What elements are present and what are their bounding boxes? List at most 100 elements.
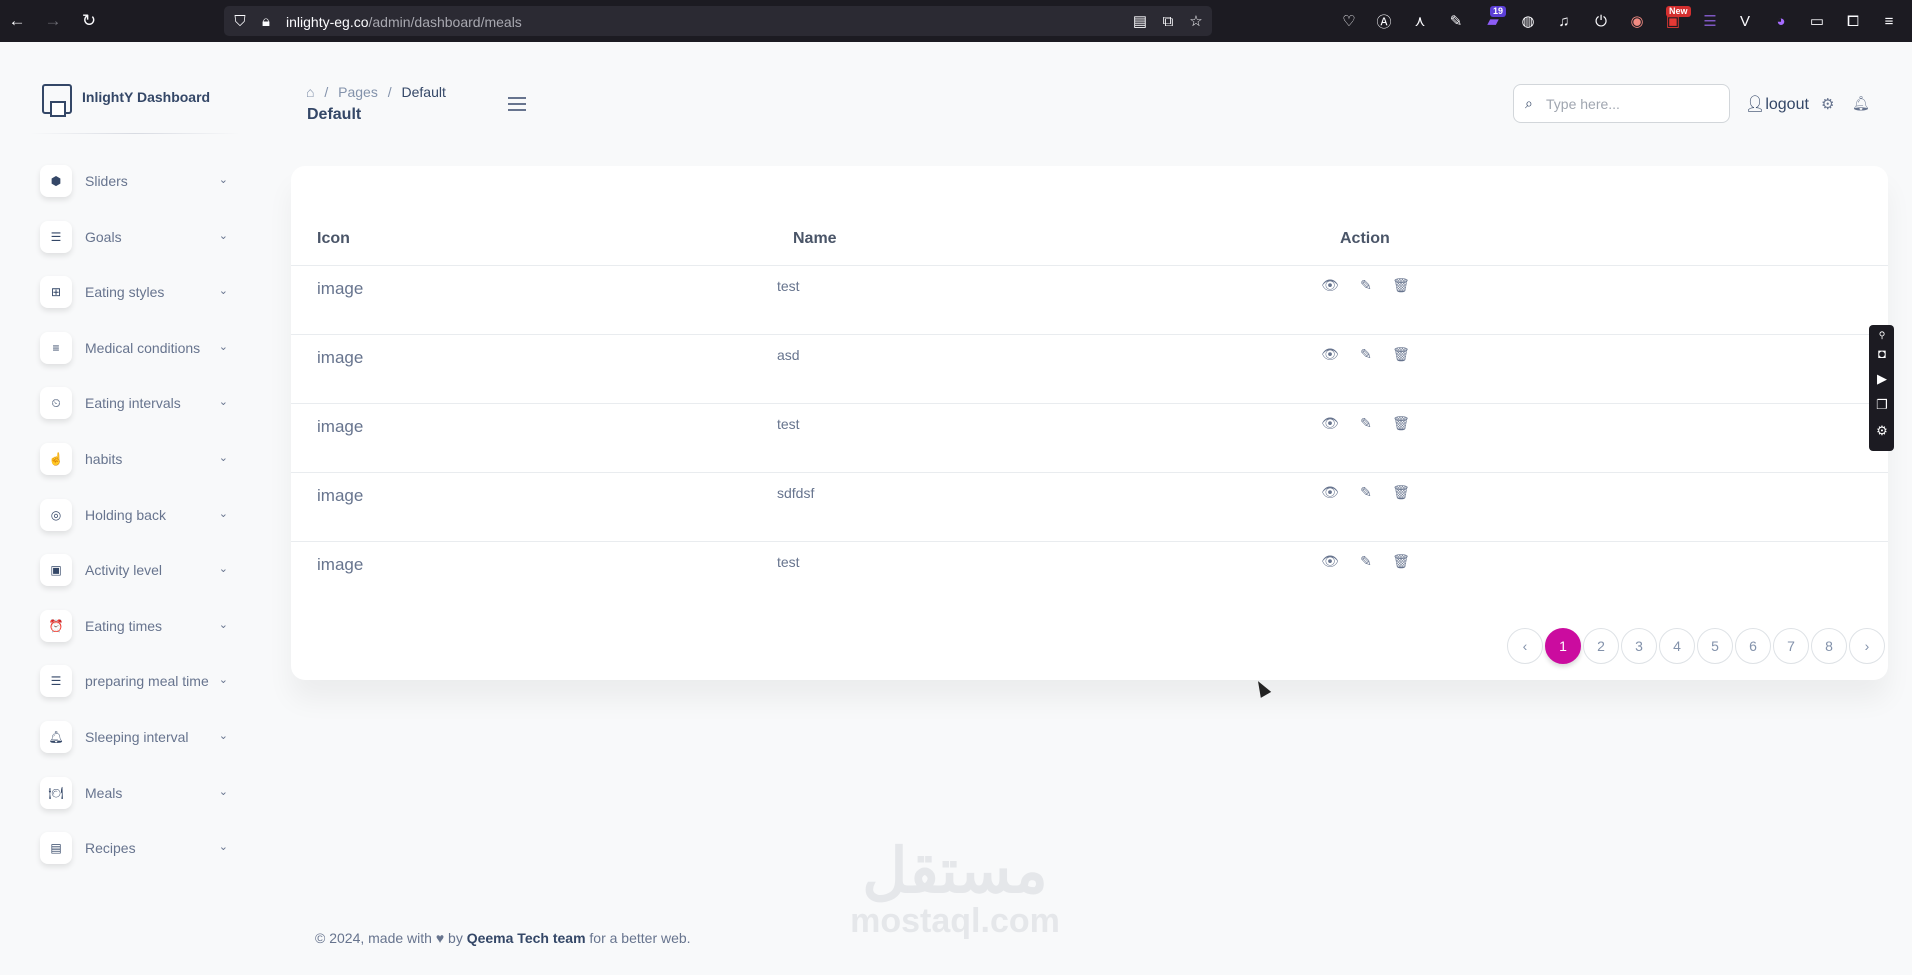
video-camera-icon[interactable]: ▶ <box>1874 371 1890 387</box>
row-icon-cell: image <box>317 348 364 367</box>
edit-user-icon[interactable]: ✎ <box>1357 346 1375 363</box>
pagination-page-6[interactable]: 6 <box>1735 628 1771 664</box>
extension-a-icon[interactable]: Ⓐ <box>1374 11 1394 31</box>
edit-user-icon[interactable]: ✎ <box>1357 553 1375 570</box>
sidebar-item-preparing-meal-time[interactable]: ☰ preparing meal time ⌄ <box>40 664 232 698</box>
home-icon[interactable]: ⌂ <box>306 84 314 100</box>
camera-icon[interactable]: ◘ <box>1874 345 1890 361</box>
sidebar-item-label: Eating times <box>85 617 163 634</box>
hamburger-menu-icon[interactable] <box>508 97 526 111</box>
sidebar-item-sliders[interactable]: ⬢ Sliders ⌄ <box>40 164 232 198</box>
sidebar-item-medical-conditions[interactable]: ≡ Medical conditions ⌄ <box>40 331 232 365</box>
translate-icon[interactable]: ⧉ <box>1158 11 1178 31</box>
table-row: image test 👁︎ ✎ 🗑︎ <box>291 403 1888 472</box>
shield-icon[interactable]: ⛉ <box>230 11 250 31</box>
delete-trash-icon[interactable]: 🗑︎ <box>1392 484 1410 501</box>
url-bar[interactable]: ⛉ 🔒︎ inlighty-eg.co/admin/dashboard/meal… <box>224 6 1212 36</box>
edit-user-icon[interactable]: ✎ <box>1357 277 1375 294</box>
extension-card-icon[interactable]: ▭ <box>1807 11 1827 31</box>
bookmark-star-icon[interactable]: ☆ <box>1186 11 1206 31</box>
sidebar-item-sleeping-interval[interactable]: 🔔︎ Sleeping interval ⌄ <box>40 720 232 754</box>
view-eye-icon[interactable]: 👁︎ <box>1321 346 1339 363</box>
extension-bird-icon[interactable]: ⋏ <box>1410 11 1430 31</box>
pagination-prev[interactable]: ‹ <box>1507 628 1543 664</box>
chevron-down-icon: ⌄ <box>218 229 228 242</box>
reload-icon[interactable]: ↻ <box>79 11 99 31</box>
table-row: image test 👁︎ ✎ 🗑︎ <box>291 541 1888 610</box>
pagination-page-3[interactable]: 3 <box>1621 628 1657 664</box>
table-row: image asd 👁︎ ✎ 🗑︎ <box>291 334 1888 403</box>
extension-v-icon[interactable]: V <box>1735 11 1755 31</box>
brand[interactable]: InlightY Dashboard <box>42 84 210 117</box>
chevron-down-icon: ⌄ <box>218 507 228 520</box>
chevron-down-icon: ⌄ <box>218 785 228 798</box>
row-name-cell: test <box>777 278 800 294</box>
logout-link[interactable]: 👤︎logout <box>1745 94 1809 114</box>
chevron-down-icon: ⌄ <box>218 174 228 186</box>
view-eye-icon[interactable]: 👁︎ <box>1321 553 1339 570</box>
sidebar-item-label: Eating styles <box>85 284 165 301</box>
sidebar-item-eating-styles[interactable]: ⊞ Eating styles ⌄ <box>40 275 232 309</box>
capture-settings-icon[interactable]: ⚙ <box>1874 423 1890 439</box>
view-eye-icon[interactable]: 👁︎ <box>1321 415 1339 432</box>
pagination-page-2[interactable]: 2 <box>1583 628 1619 664</box>
pagination-page-4[interactable]: 4 <box>1659 628 1695 664</box>
row-icon-cell: image <box>317 417 364 436</box>
delete-trash-icon[interactable]: 🗑︎ <box>1392 415 1410 432</box>
sidebar-item-label: Eating intervals <box>85 395 181 412</box>
sidebar-item-recipes[interactable]: ▤ Recipes ⌄ <box>40 831 232 865</box>
menu-icon[interactable]: ≡ <box>1879 11 1899 31</box>
pagination-page-8[interactable]: 8 <box>1811 628 1847 664</box>
extension-lines-icon[interactable]: ☰ <box>1700 11 1720 31</box>
edit-user-icon[interactable]: ✎ <box>1357 484 1375 501</box>
power-icon[interactable]: ⏻ <box>1591 11 1611 31</box>
timer-icon: ⏲ <box>40 387 72 420</box>
grid-icon: ⊞ <box>40 276 72 309</box>
meals-table-card: Icon Name Action image test 👁︎ ✎ 🗑︎ image asd 👁… <box>291 166 1888 680</box>
music-icon[interactable]: ♫ <box>1554 11 1574 31</box>
view-eye-icon[interactable]: 👁︎ <box>1321 277 1339 294</box>
delete-trash-icon[interactable]: 🗑︎ <box>1392 553 1410 570</box>
sidebar-item-eating-times[interactable]: ⏰ Eating times ⌄ <box>40 609 232 643</box>
search-input[interactable] <box>1546 91 1716 117</box>
pagination-page-7[interactable]: 7 <box>1773 628 1809 664</box>
window-capture-icon[interactable]: ❐ <box>1874 397 1890 413</box>
globe-icon[interactable]: ◍ <box>1518 11 1538 31</box>
pocket-icon[interactable]: ♡ <box>1339 11 1359 31</box>
sidebar-item-holding-back[interactable]: ◎ Holding back ⌄ <box>40 498 232 532</box>
edit-user-icon[interactable]: ✎ <box>1357 415 1375 432</box>
url-text[interactable]: inlighty-eg.co/admin/dashboard/meals <box>286 14 522 30</box>
sidebar-item-eating-intervals[interactable]: ⏲ Eating intervals ⌄ <box>40 386 232 420</box>
sidebar-item-meals[interactable]: 🍽︎ Meals ⌄ <box>40 776 232 810</box>
forward-icon[interactable]: → <box>43 11 63 31</box>
pagination-page-5[interactable]: 5 <box>1697 628 1733 664</box>
url-domain: inlighty-eg.co <box>286 14 369 30</box>
delete-trash-icon[interactable]: 🗑︎ <box>1392 346 1410 363</box>
pagination-page-1[interactable]: 1 <box>1545 628 1581 664</box>
footer-suffix: for a better web. <box>589 930 691 946</box>
back-icon[interactable]: ← <box>7 11 27 31</box>
sidebar-item-habits[interactable]: ☝ habits ⌄ <box>40 442 232 476</box>
lock-icon[interactable]: 🔒︎ <box>256 11 276 31</box>
view-eye-icon[interactable]: 👁︎ <box>1321 484 1339 501</box>
settings-gear-icon[interactable]: ⚙ <box>1821 95 1834 113</box>
extensions-puzzle-icon[interactable]: ⧠ <box>1843 11 1863 31</box>
sidebar-item-goals[interactable]: ☰ Goals ⌄ <box>40 220 232 254</box>
footer-team-link[interactable]: Qeema Tech team <box>467 930 586 946</box>
delete-trash-icon[interactable]: 🗑︎ <box>1392 277 1410 294</box>
notifications-bell-icon[interactable]: 🔔︎ <box>1852 95 1870 112</box>
recipe-icon: ▤ <box>40 832 72 865</box>
chevron-down-icon: ⌄ <box>218 730 228 742</box>
pin-icon[interactable]: ⚲ <box>1874 327 1890 343</box>
align-icon: ≡ <box>40 331 72 364</box>
footer: © 2024, made with ♥ by Qeema Tech team f… <box>315 930 691 946</box>
extension-purple-icon[interactable]: ◕ <box>1771 11 1791 31</box>
page-title: Default <box>307 106 362 123</box>
footer-prefix: © 2024, made with <box>315 930 432 946</box>
breadcrumb-pages[interactable]: Pages <box>338 84 378 100</box>
extension-face-icon[interactable]: ◉ <box>1627 11 1647 31</box>
extension-pen-icon[interactable]: ✎ <box>1446 11 1466 31</box>
sidebar-item-activity-level[interactable]: ▣ Activity level ⌄ <box>40 553 232 587</box>
reader-view-icon[interactable]: ▤ <box>1130 11 1150 31</box>
pagination-next[interactable]: › <box>1849 628 1885 664</box>
